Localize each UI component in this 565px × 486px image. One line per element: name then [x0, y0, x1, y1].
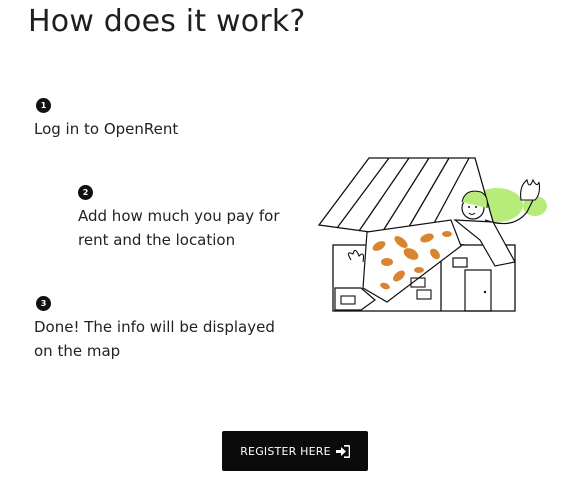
step-2: 2 Add how much you pay for rent and the … [78, 185, 308, 252]
step-number-badge: 2 [78, 185, 93, 200]
house-with-waving-person-illustration [315, 150, 555, 315]
register-button-label: REGISTER HERE [240, 444, 331, 458]
step-text: Add how much you pay for rent and the lo… [78, 207, 280, 249]
sign-in-icon [335, 444, 350, 458]
step-3: 3 Done! The info will be displayed on th… [34, 296, 286, 363]
step-text: Done! The info will be displayed on the … [34, 318, 275, 360]
house-illustration-icon [317, 157, 547, 312]
page-title: How does it work? [28, 4, 306, 39]
step-number-badge: 3 [36, 296, 51, 311]
step-1: 1 Log in to OpenRent [34, 98, 276, 141]
step-text: Log in to OpenRent [34, 120, 179, 138]
step-number-badge: 1 [36, 98, 51, 113]
register-button[interactable]: REGISTER HERE [222, 431, 368, 471]
